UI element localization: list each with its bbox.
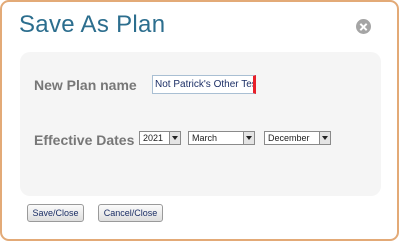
save-as-plan-dialog: Save As Plan New Plan name Not Patrick's… (0, 0, 399, 241)
dropdown-arrow-icon[interactable] (169, 132, 180, 144)
year-value: 2021 (143, 133, 164, 143)
dialog-title: Save As Plan (19, 11, 166, 38)
start-month-value: March (192, 133, 218, 143)
cancel-close-button[interactable]: Cancel/Close (98, 204, 163, 222)
save-close-button[interactable]: Save/Close (27, 204, 84, 222)
end-month-value: December (268, 133, 310, 143)
close-icon[interactable] (356, 19, 371, 34)
year-select[interactable]: 2021 (139, 131, 181, 145)
effective-dates-label: Effective Dates (34, 132, 135, 148)
plan-name-label: New Plan name (34, 77, 137, 93)
plan-name-input[interactable]: Not Patrick's Other Tes (152, 75, 256, 94)
end-month-select[interactable]: December (264, 131, 331, 145)
dropdown-arrow-icon[interactable] (319, 132, 330, 144)
start-month-select[interactable]: March (188, 131, 255, 145)
form-panel: New Plan name Not Patrick's Other Tes Ef… (20, 52, 381, 196)
dropdown-arrow-icon[interactable] (243, 132, 254, 144)
